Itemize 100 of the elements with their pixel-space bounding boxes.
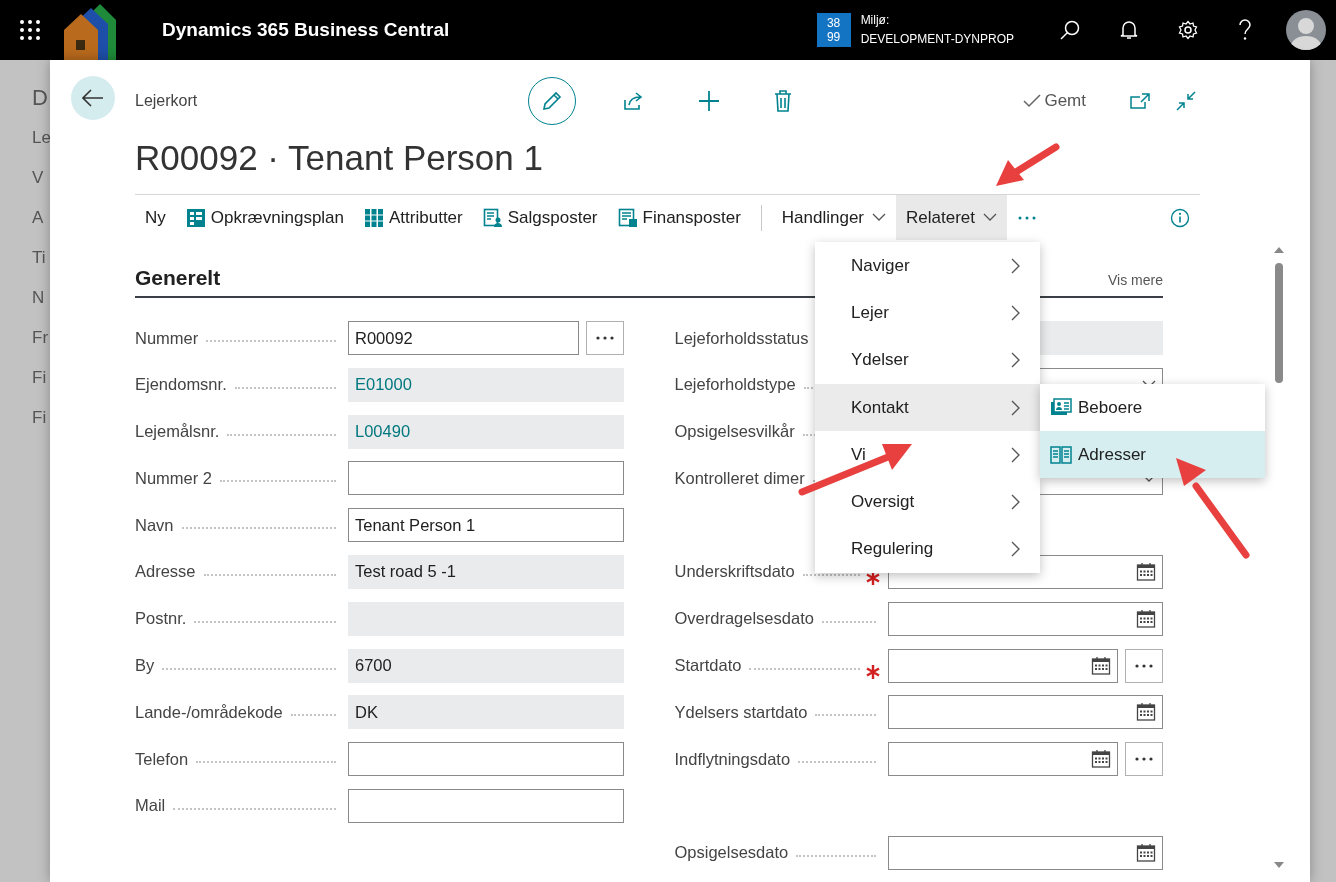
text-field[interactable]: Tenant Person 1 xyxy=(348,508,624,543)
field-label: Lande-/områdekode xyxy=(135,702,283,722)
field-label: Navn xyxy=(135,515,174,535)
link-field[interactable]: L00490 xyxy=(348,414,624,449)
date-field[interactable] xyxy=(887,695,1163,730)
more-icon xyxy=(594,336,615,340)
grid-icon xyxy=(364,207,385,228)
action-button[interactable]: Opkrævningsplan xyxy=(175,195,355,240)
app-launcher-icon[interactable] xyxy=(20,20,40,40)
chevron-right-icon xyxy=(1011,304,1020,321)
field-label: Indflytningsdato xyxy=(674,749,791,769)
chevron-right-icon xyxy=(1011,399,1020,416)
calendar-icon[interactable] xyxy=(1136,562,1156,582)
help-icon[interactable] xyxy=(1238,19,1252,41)
breadcrumb: Lejerkort xyxy=(135,92,199,110)
field-label: Opsigelsesvilkår xyxy=(674,422,795,442)
back-button[interactable] xyxy=(71,76,115,120)
date-field[interactable] xyxy=(887,742,1118,777)
chevron-right-icon xyxy=(1011,352,1020,369)
calendar-icon[interactable] xyxy=(1136,702,1156,723)
action-button[interactable]: Finansposter xyxy=(607,195,751,240)
background-text: Fi xyxy=(32,367,48,389)
calendar-icon[interactable] xyxy=(1136,842,1156,863)
background-text: N xyxy=(32,287,46,309)
show-more-link[interactable]: Vis mere xyxy=(1108,272,1163,288)
background-text: Ti xyxy=(32,247,47,269)
menu-item[interactable]: Oversigt xyxy=(815,478,1040,526)
field-label: Overdragelsesdato xyxy=(674,609,814,629)
address-book-icon xyxy=(1050,445,1072,464)
plan-icon xyxy=(185,207,206,228)
field-label: Lejeforholdstype xyxy=(674,375,796,395)
chevron-right-icon xyxy=(1011,446,1020,463)
page-title: R00092 · Tenant Person 1 xyxy=(135,137,543,179)
calendar-icon[interactable] xyxy=(1091,749,1111,770)
info-icon[interactable] xyxy=(1170,207,1190,228)
field-label: Mail xyxy=(135,796,166,816)
field-label: Nummer 2 xyxy=(135,468,212,488)
ledger-icon xyxy=(617,207,638,228)
annotation-arrow xyxy=(996,143,1060,186)
menu-item[interactable]: Vi xyxy=(815,431,1040,479)
check-icon xyxy=(1023,94,1042,108)
field-label: Ejendomsnr. xyxy=(135,375,227,395)
field-label: Nummer xyxy=(135,328,199,348)
contact-card-icon xyxy=(1050,397,1072,418)
chevron-right-icon xyxy=(1011,494,1020,511)
text-field[interactable] xyxy=(348,742,624,777)
back-arrow-icon xyxy=(82,89,104,107)
field-label: Lejeforholdsstatus xyxy=(674,328,809,348)
field-label: Lejemålsnr. xyxy=(135,422,220,442)
calendar-icon[interactable] xyxy=(1091,655,1111,676)
chevron-down-icon xyxy=(872,213,887,222)
menu-button[interactable]: Handlinger xyxy=(771,195,897,240)
menu-item[interactable]: Kontakt xyxy=(815,383,1040,432)
background-text: A xyxy=(32,207,45,229)
text-field[interactable] xyxy=(348,788,624,823)
text-field[interactable]: R00092 xyxy=(348,321,579,355)
readonly-field[interactable]: 6700 xyxy=(348,648,624,683)
menu-item[interactable]: Regulering xyxy=(815,525,1040,574)
field-label: Adresse xyxy=(135,562,196,582)
submenu-item[interactable]: Beboere xyxy=(1040,384,1265,431)
chevron-right-icon xyxy=(1011,541,1020,558)
background-text: D xyxy=(32,84,49,112)
product-title: Dynamics 365 Business Central xyxy=(162,19,450,41)
document-person-icon xyxy=(482,207,503,228)
date-field[interactable] xyxy=(887,601,1163,636)
menu-item[interactable]: Lejer xyxy=(815,289,1040,337)
environment-badge: 38 99 xyxy=(816,13,851,47)
search-icon[interactable] xyxy=(1060,20,1080,40)
menu-item[interactable]: Ydelser xyxy=(815,336,1040,384)
environment-label: Miljø: xyxy=(860,12,891,29)
text-field[interactable] xyxy=(348,461,624,496)
action-button[interactable]: Attributter xyxy=(354,195,473,240)
background-text: Fr xyxy=(32,327,50,349)
readonly-field[interactable]: Test road 5 -1 xyxy=(348,555,624,589)
background-text: Le xyxy=(32,127,50,149)
menu-item[interactable]: Naviger xyxy=(815,242,1040,290)
readonly-field[interactable]: DK xyxy=(348,695,624,730)
action-button[interactable]: Ny xyxy=(135,195,176,240)
action-button[interactable]: Salgsposter xyxy=(472,195,608,240)
user-avatar[interactable] xyxy=(1286,10,1326,50)
calendar-icon[interactable] xyxy=(1136,608,1156,629)
date-field[interactable] xyxy=(887,835,1163,870)
section-title: Generelt xyxy=(135,266,221,290)
settings-icon[interactable] xyxy=(1178,20,1198,40)
chevron-down-icon xyxy=(983,213,997,222)
edit-button[interactable] xyxy=(528,77,576,125)
houses-logo xyxy=(64,2,116,60)
more-icon xyxy=(1134,757,1154,762)
field-label: Ydelsers startdato xyxy=(674,702,808,722)
field-label: Telefon xyxy=(135,749,189,769)
date-field[interactable] xyxy=(887,648,1118,683)
field-label: Underskriftsdato xyxy=(674,562,795,582)
environment-name: DEVELOPMENT-DYNPROP xyxy=(860,31,1014,48)
background-text: Fi xyxy=(32,407,48,429)
menu-button[interactable]: Relateret xyxy=(896,195,1007,240)
bell-icon[interactable] xyxy=(1120,20,1138,40)
field-label: Kontrolleret dimer xyxy=(674,468,805,488)
pencil-icon xyxy=(541,90,563,112)
link-field[interactable]: E01000 xyxy=(348,367,624,402)
submenu-item[interactable]: Adresser xyxy=(1040,431,1265,478)
